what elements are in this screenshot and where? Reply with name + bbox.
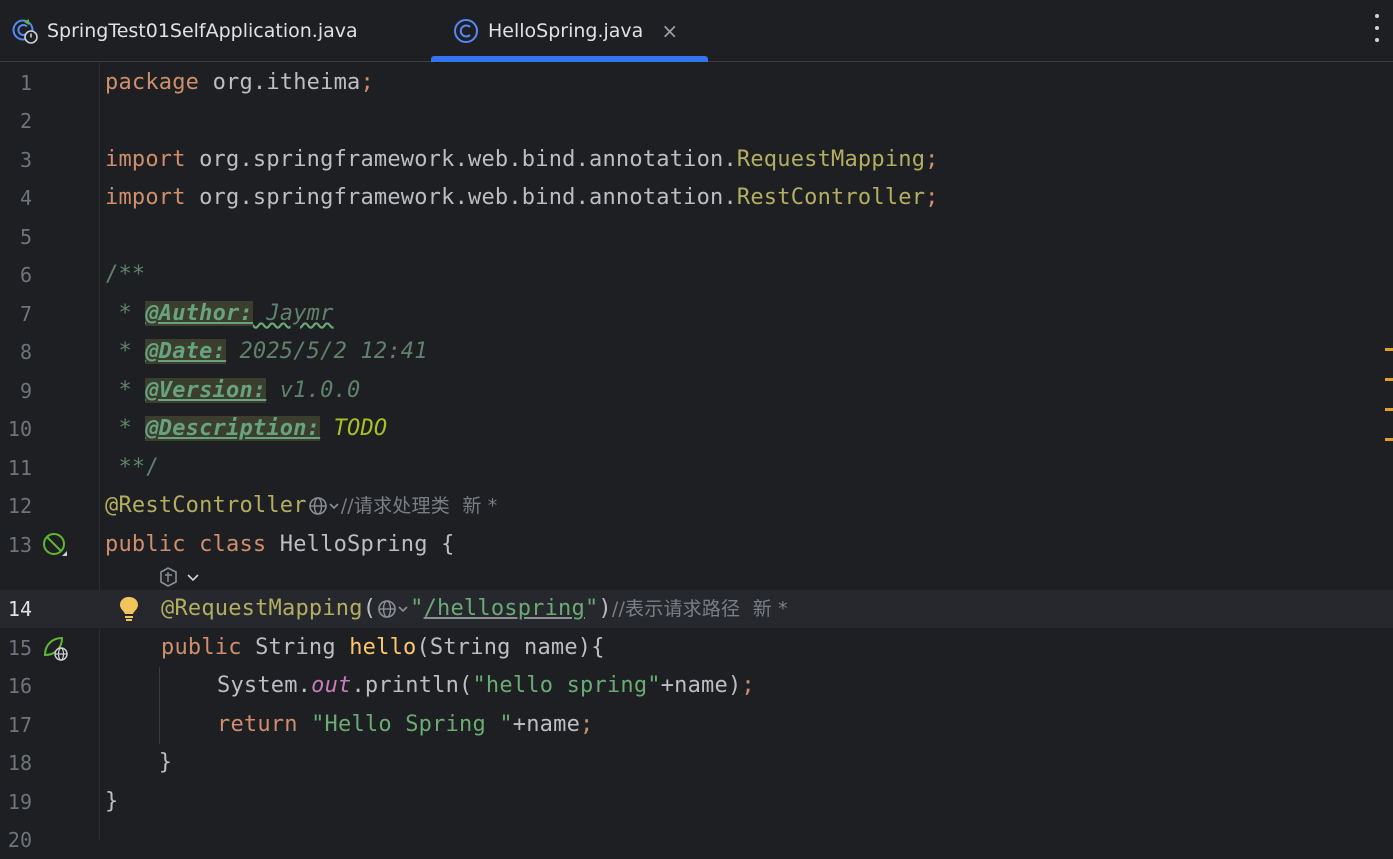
code-line: 3 import org.springframework.web.bind.an… (0, 141, 1393, 179)
ai-assistant-icon[interactable] (158, 566, 204, 590)
code-line: 10 * @Description: TODO (0, 410, 1393, 448)
line-number: 11 (7, 456, 32, 480)
line-number: 2 (19, 109, 32, 133)
code-line: 5 (0, 218, 1393, 256)
code-line: 6 /** (0, 256, 1393, 294)
line-number: 8 (19, 340, 32, 364)
code-line-current: 14 @RequestMapping("/hellospring")//表示请求… (0, 590, 1393, 628)
code-line: 20 (0, 821, 1393, 859)
code-line: 11 **/ (0, 449, 1393, 487)
code-line: 2 (0, 102, 1393, 140)
code-line: 8 * @Date: 2025/5/2 12:41 (0, 333, 1393, 371)
code-line: 7 * @Author: Jaymr (0, 295, 1393, 333)
line-number: 4 (19, 186, 32, 210)
java-class-icon (454, 18, 478, 43)
line-number: 20 (7, 828, 32, 852)
tab-label: HelloSpring.java (488, 19, 644, 42)
line-number: 16 (7, 674, 32, 698)
indent-guide (159, 667, 160, 744)
spring-boot-class-icon (12, 18, 38, 44)
code-line: 12 @RestController//请求处理类 新 * (0, 487, 1393, 525)
web-endpoint-icon[interactable] (42, 635, 68, 661)
code-line: 18 } (0, 744, 1393, 782)
tab-spring-test-application[interactable]: SpringTest01SelfApplication.java (12, 0, 358, 61)
line-number: 5 (19, 225, 32, 249)
line-number: 12 (7, 494, 32, 518)
line-number: 18 (7, 751, 32, 775)
lightbulb-icon[interactable] (117, 595, 141, 623)
scrollbar-warning-marks[interactable] (1385, 348, 1393, 468)
line-number: 1 (19, 71, 32, 95)
code-editor[interactable]: 1 package org.itheima; 2 3 import org.sp… (0, 62, 1393, 852)
tab-label: SpringTest01SelfApplication.java (47, 19, 358, 42)
code-line: 17 return "Hello Spring "+name; (0, 706, 1393, 744)
code-line: 9 * @Version: v1.0.0 (0, 372, 1393, 410)
endpoint-globe-icon[interactable] (307, 495, 341, 517)
bean-disabled-icon[interactable] (42, 532, 68, 558)
line-number: 19 (7, 790, 32, 814)
line-number: 13 (7, 533, 32, 557)
more-options-icon[interactable] (1371, 14, 1383, 42)
code-line: 15 public String hello(String name){ (0, 629, 1393, 667)
line-number: 9 (19, 379, 32, 403)
line-number: 6 (19, 263, 32, 287)
editor-tab-bar: SpringTest01SelfApplication.java HelloSp… (0, 0, 1393, 62)
close-tab-icon[interactable]: × (661, 19, 678, 43)
code-line: 16 System.out.println("hello spring"+nam… (0, 667, 1393, 705)
line-number: 3 (19, 148, 32, 172)
line-number: 15 (7, 636, 32, 660)
line-number: 14 (7, 597, 32, 621)
code-line: 13 public class HelloSpring { (0, 526, 1393, 564)
code-line: 1 package org.itheima; (0, 64, 1393, 102)
code-line: 4 import org.springframework.web.bind.an… (0, 179, 1393, 217)
line-number: 10 (7, 417, 32, 441)
inlay-hint-row (0, 564, 1393, 590)
endpoint-globe-icon[interactable] (376, 598, 410, 620)
tab-hello-spring[interactable]: HelloSpring.java × (431, 0, 708, 62)
line-number: 7 (19, 302, 32, 326)
line-number: 17 (7, 713, 32, 737)
code-line: 19 } (0, 783, 1393, 821)
